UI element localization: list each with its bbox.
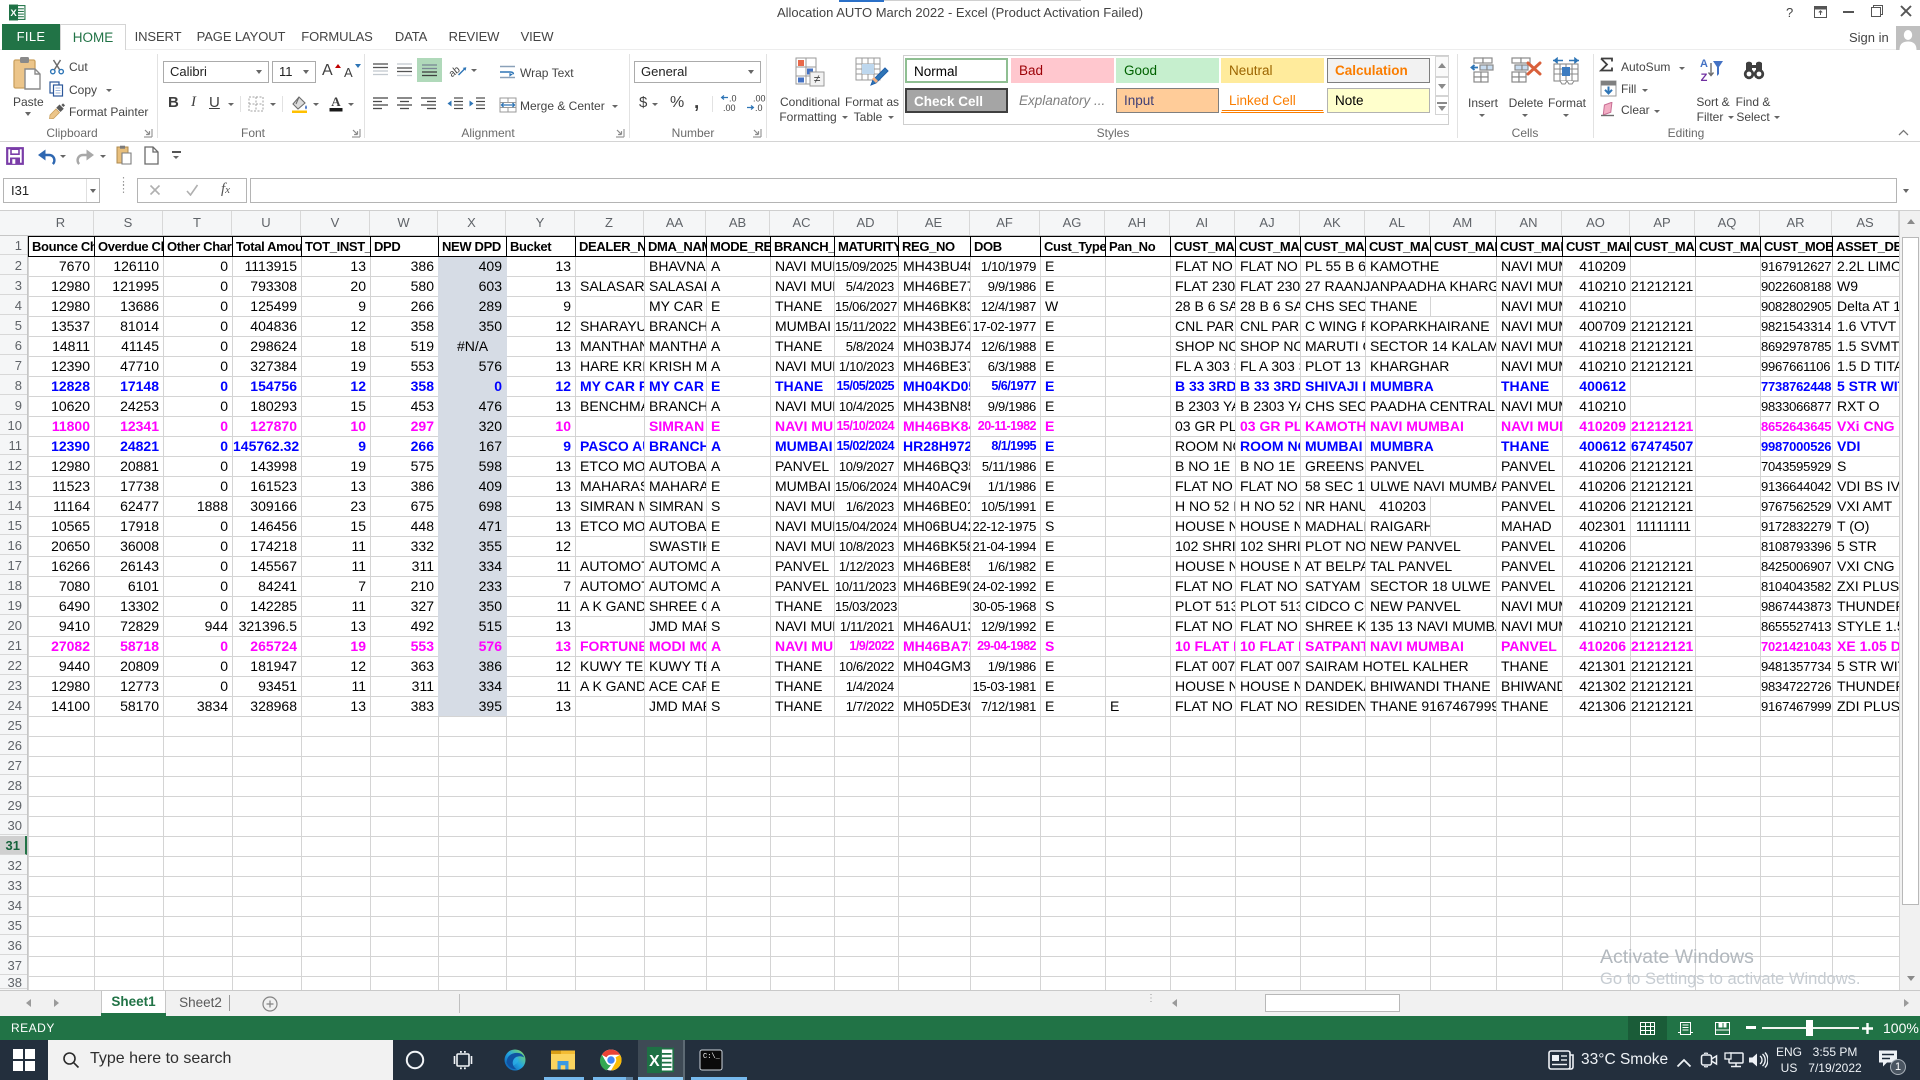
svg-text:ab: ab: [449, 64, 463, 78]
svg-text:≠: ≠: [814, 72, 821, 86]
svg-text:X: X: [649, 1053, 660, 1070]
svg-text:Z: Z: [1701, 72, 1708, 84]
svg-text:.00: .00: [723, 103, 736, 112]
svg-text:A: A: [331, 95, 341, 109]
svg-text:A: A: [1700, 58, 1708, 70]
svg-text:.0: .0: [755, 103, 763, 112]
svg-text:C:\_: C:\_: [703, 1053, 721, 1061]
